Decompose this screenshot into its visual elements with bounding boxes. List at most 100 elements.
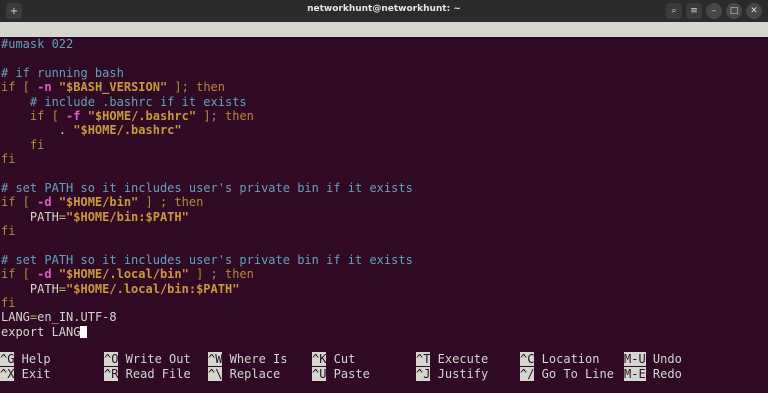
code-token: fi <box>1 152 16 167</box>
shortcut-label: Redo <box>645 367 682 381</box>
shortcut-label: Execute <box>430 352 489 366</box>
shortcut-key: ^X <box>0 367 15 381</box>
code-token: . <box>1 123 74 138</box>
code-token: if <box>1 80 16 95</box>
shortcut-key: ^U <box>312 367 327 381</box>
minimize-button[interactable]: – <box>706 3 722 19</box>
shortcut-row: ^G Help ^O Write Out ^W Where Is ^K Cut ^T E… <box>0 352 768 367</box>
code-token: export LANG <box>1 324 81 339</box>
code-token: ]; then <box>167 80 225 95</box>
shortcut-exit[interactable]: ^X Exit <box>0 367 51 382</box>
code-token: ] ; then <box>138 195 204 210</box>
shortcut-row: ^X Exit ^R Read File ^\ Replace ^U Paste ^J … <box>0 367 768 382</box>
editor-line: fi <box>1 152 761 166</box>
code-token: ] ; then <box>188 267 254 282</box>
editor-line: # set PATH so it includes user's private… <box>1 181 761 195</box>
shortcut-label: Read File <box>118 367 191 381</box>
shortcut-write-out[interactable]: ^O Write Out <box>104 352 191 367</box>
editor-text-area[interactable]: #umask 022 # if running bash if [ -n "$BAS… <box>1 37 761 339</box>
code-token: #umask 022 <box>1 37 74 51</box>
shortcut-key: ^C <box>520 352 535 366</box>
shortcut-key: ^W <box>208 352 223 366</box>
code-token: -n <box>37 80 52 95</box>
code-token: PATH <box>1 281 59 296</box>
editor-line: if [ -d "$HOME/.local/bin" ] ; then <box>1 267 761 281</box>
shortcut-key: ^O <box>104 352 119 366</box>
editor-line: if [ -d "$HOME/bin" ] ; then <box>1 195 761 209</box>
editor-line: fi <box>1 296 761 310</box>
editor-line: fi <box>1 224 761 238</box>
shortcut-paste[interactable]: ^U Paste <box>312 367 370 382</box>
shortcut-label: Justify <box>430 367 489 381</box>
code-token: # include .bashrc if it exists <box>1 94 247 109</box>
window-controls: ⌕ ≡ – □ ✕ <box>666 3 762 19</box>
shortcut-key: M-E <box>624 367 646 381</box>
shortcut-cut[interactable]: ^K Cut <box>312 352 355 367</box>
editor-line: # include .bashrc if it exists <box>1 95 761 109</box>
maximize-button[interactable]: □ <box>726 3 742 19</box>
shortcut-label: Cut <box>326 352 356 366</box>
code-token: "$BASH_VERSION" <box>58 80 168 95</box>
code-token: = <box>58 281 67 296</box>
search-icon[interactable]: ⌕ <box>666 3 682 19</box>
shortcut-label: Write Out <box>118 352 191 366</box>
close-button[interactable]: ✕ <box>746 3 762 19</box>
shortcut-help[interactable]: ^G Help <box>0 352 51 367</box>
code-token: en_IN.UTF-8 <box>37 310 117 325</box>
code-token: "$HOME/.bashrc" <box>73 123 182 138</box>
shortcut-key: ^R <box>104 367 119 381</box>
shortcut-go-to-line[interactable]: ^/ Go To Line <box>520 367 614 382</box>
code-token: -f <box>66 108 81 123</box>
code-token: if [ <box>1 195 38 210</box>
shortcut-location[interactable]: ^C Location <box>520 352 599 367</box>
code-token: if [ <box>1 267 38 282</box>
editor-line: # set PATH so it includes user's private… <box>1 253 761 267</box>
code-token: # if running bash <box>1 65 124 80</box>
code-token: # set PATH so it includes user's private… <box>1 252 413 267</box>
code-token: [ <box>15 80 38 95</box>
terminal-titlebar: + networkhunt@networkhunt: ~ ⌕ ≡ – □ ✕ <box>0 0 768 23</box>
editor-line: LANG=en_IN.UTF-8 <box>1 310 761 324</box>
shortcut-label: Where Is <box>222 352 288 366</box>
shortcut-replace[interactable]: ^\ Replace <box>208 367 280 382</box>
shortcut-read-file[interactable]: ^R Read File <box>104 367 191 382</box>
code-token: = <box>58 209 67 224</box>
shortcut-label: Paste <box>326 367 370 381</box>
editor-line: . "$HOME/.bashrc" <box>1 123 761 137</box>
shortcut-key: ^G <box>0 352 15 366</box>
shortcut-key: ^/ <box>520 367 535 381</box>
code-token: fi <box>1 137 45 152</box>
code-token: "$HOME/.local/bin" <box>58 267 189 282</box>
code-token: ]; then <box>196 108 254 123</box>
code-token: fi <box>1 224 16 239</box>
code-token: fi <box>1 296 16 311</box>
editor-line: export LANG <box>1 325 761 339</box>
shortcut-execute[interactable]: ^T Execute <box>416 352 488 367</box>
shortcut-label: Go To Line <box>534 367 614 381</box>
editor-line: #umask 022 <box>1 37 761 51</box>
shortcut-justify[interactable]: ^J Justify <box>416 367 488 382</box>
code-token: PATH <box>1 209 59 224</box>
shortcut-key: ^K <box>312 352 327 366</box>
shortcut-redo[interactable]: M-E Redo <box>624 367 682 382</box>
editor-line: fi <box>1 138 761 152</box>
code-token: "$HOME/bin" <box>58 195 139 210</box>
shortcut-where-is[interactable]: ^W Where Is <box>208 352 287 367</box>
menu-icon[interactable]: ≡ <box>686 3 702 19</box>
code-token: "$HOME/.bashrc" <box>87 108 197 123</box>
shortcut-label: Undo <box>645 352 682 366</box>
shortcut-label: Location <box>534 352 600 366</box>
code-token: -d <box>37 267 52 282</box>
shortcut-undo[interactable]: M-U Undo <box>624 352 682 367</box>
shortcut-label: Exit <box>14 367 51 381</box>
window-title: networkhunt@networkhunt: ~ <box>307 4 461 14</box>
shortcut-key: ^J <box>416 367 431 381</box>
code-token: LANG <box>1 310 30 325</box>
